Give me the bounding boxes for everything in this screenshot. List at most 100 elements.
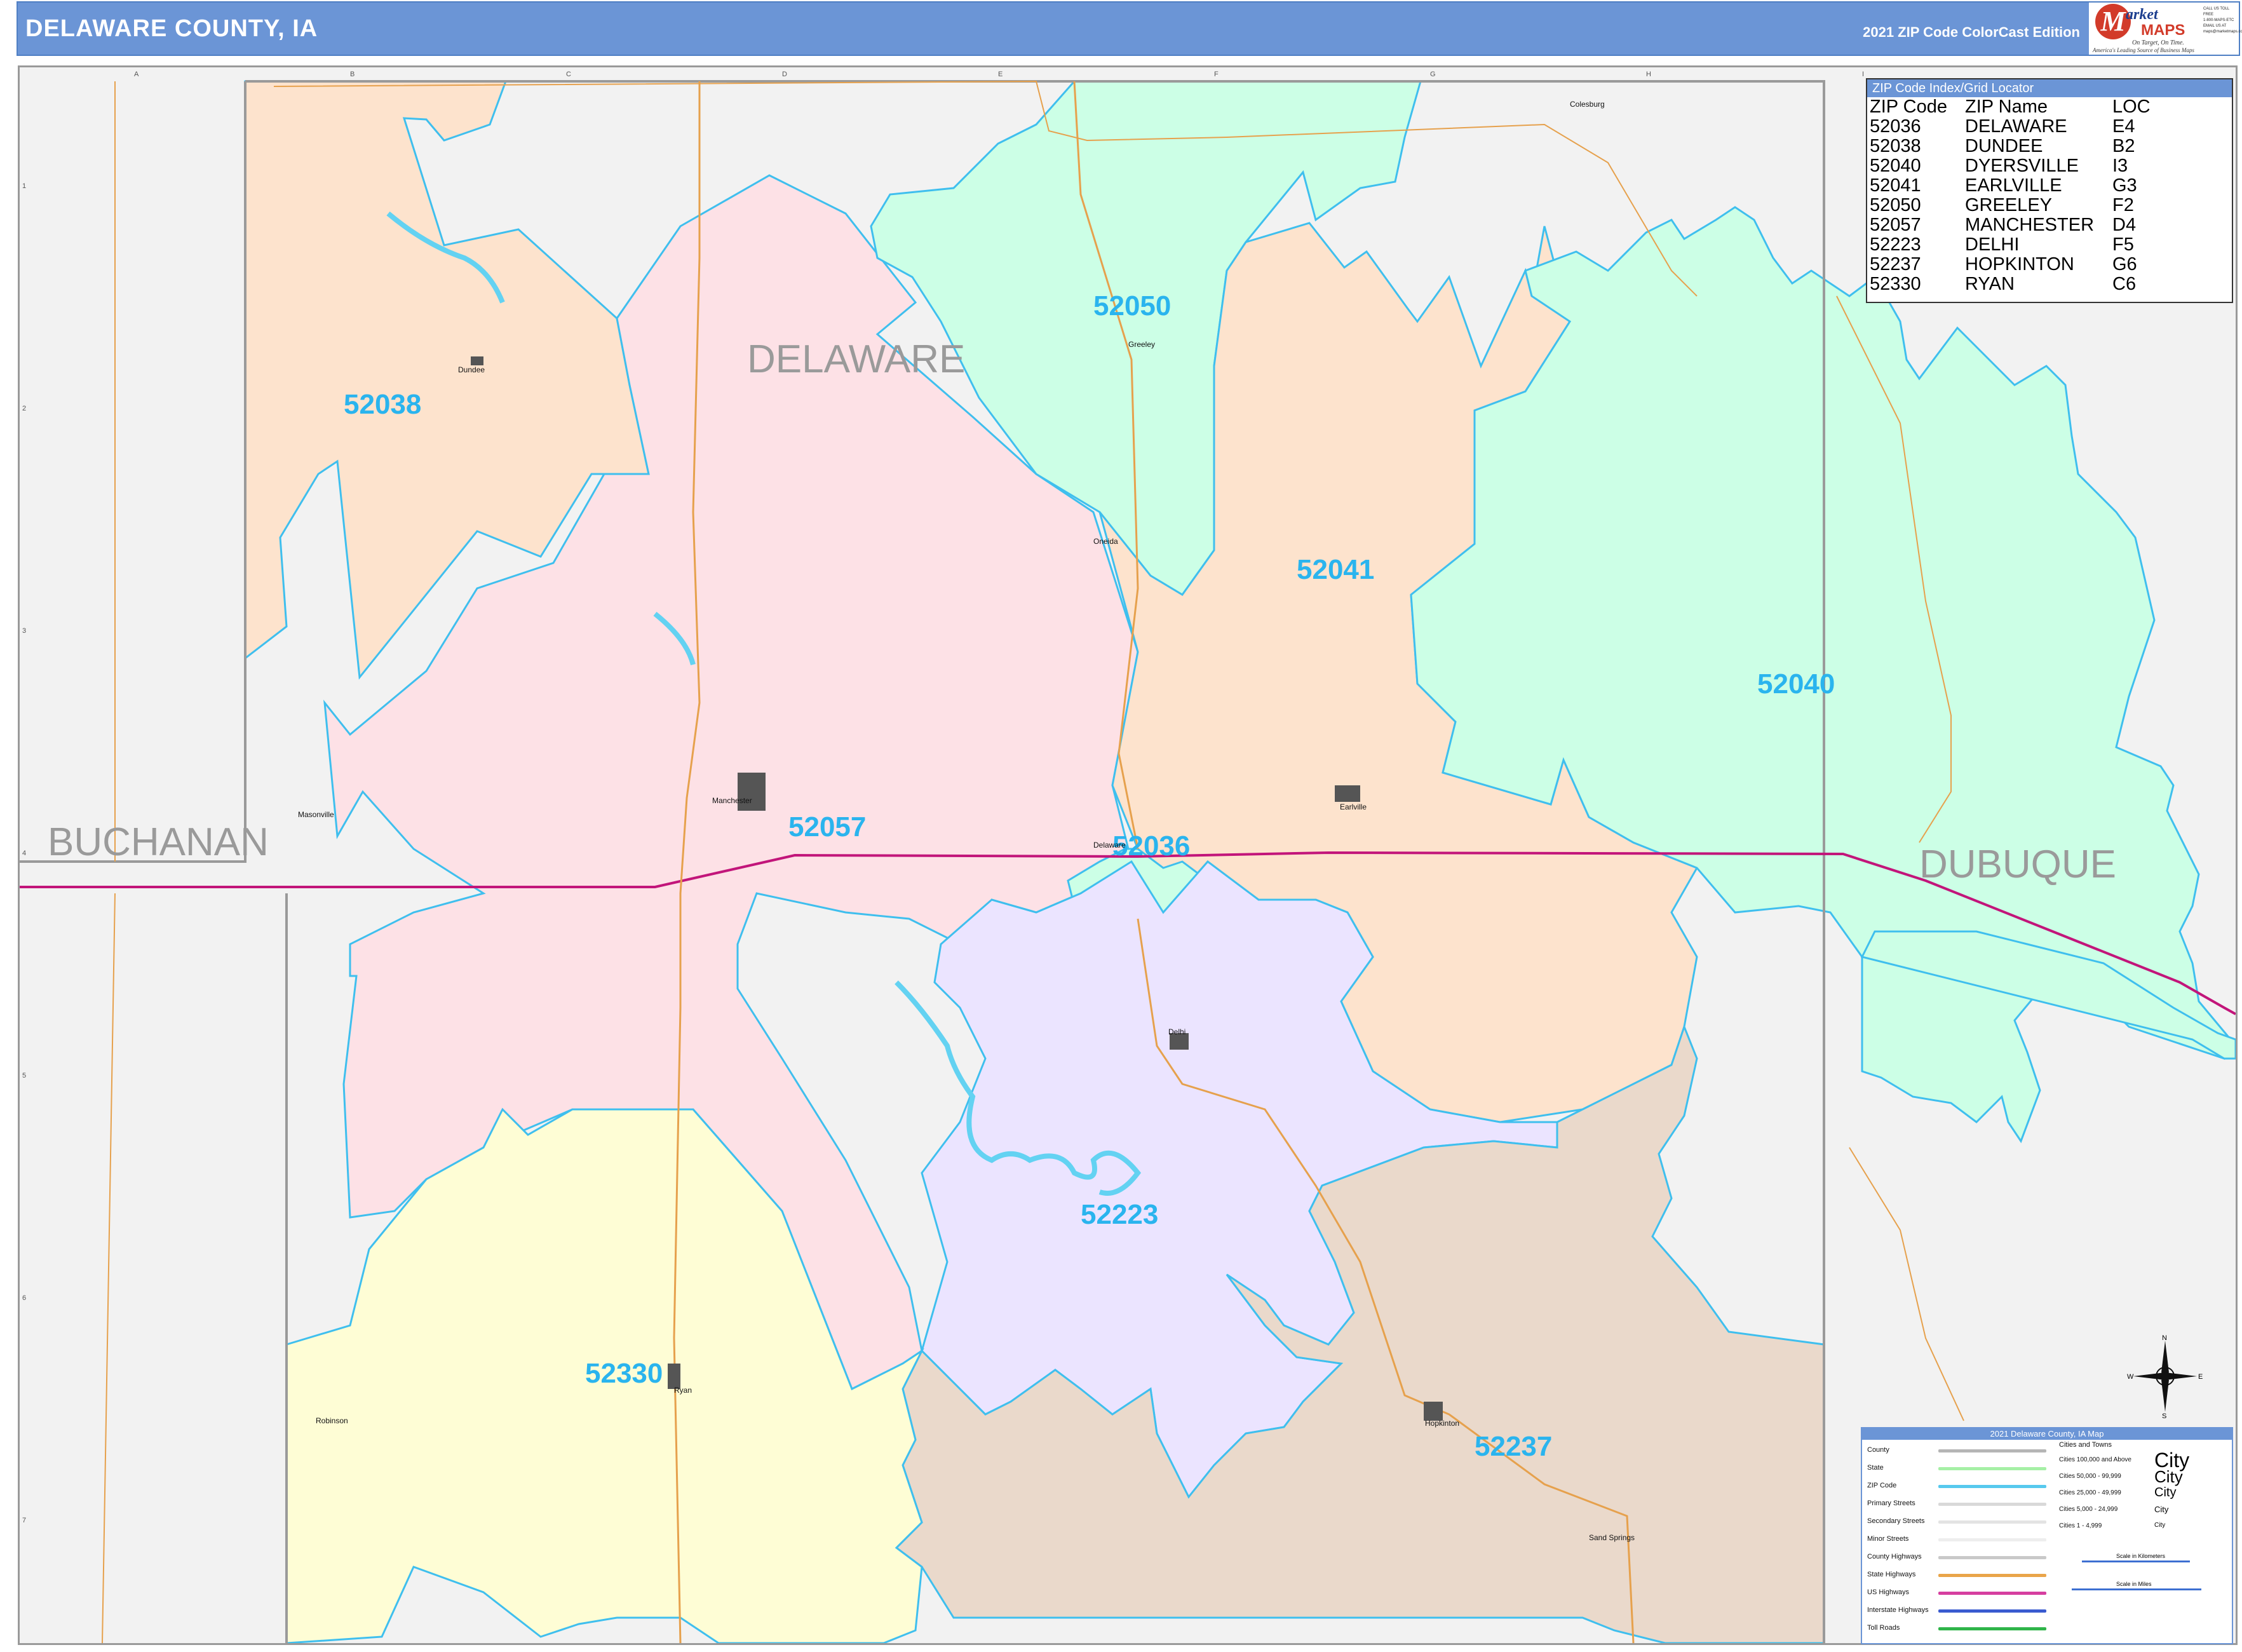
zip-index-name: HOPKINTON xyxy=(1965,254,2074,274)
town-label-ryan: Ryan xyxy=(674,1386,692,1395)
zip-index-row: 52223 DELHI F5 xyxy=(1870,235,2151,255)
scale-mi-bar xyxy=(2072,1588,2201,1590)
grid-row-label: 2 xyxy=(22,405,26,412)
town-label-colesburg: Colesburg xyxy=(1570,100,1605,109)
legend-city-label: Cities 5,000 - 24,999 xyxy=(2059,1506,2118,1513)
map-frame[interactable]: A B C D E F G H I 1 2 3 4 5 6 7 DELAWARE… xyxy=(18,65,2238,1645)
map-title: DELAWARE COUNTY, IA xyxy=(25,15,318,42)
grid-col-label: G xyxy=(1430,71,1436,78)
legend-item-label: US Highways xyxy=(1867,1588,1910,1596)
zip-index-col-loc: LOC xyxy=(2112,97,2151,117)
zip-index-loc: I3 xyxy=(2112,156,2128,176)
zip-index-zip: 52237 xyxy=(1870,254,1921,274)
map-legend: 2021 Delaware County, IA Map County State… xyxy=(1861,1427,2233,1644)
legend-item-swatch xyxy=(1938,1449,2046,1452)
zip-index-row: 52057 MANCHESTER D4 xyxy=(1870,215,2151,235)
grid-col-label: H xyxy=(1646,71,1651,78)
zip-index-zip: 52040 xyxy=(1870,156,1921,176)
zip-index-loc: F2 xyxy=(2112,195,2134,215)
zip-index-header-row: ZIP Code ZIP Name LOC xyxy=(1870,97,2151,117)
town-block xyxy=(668,1364,680,1389)
legend-city-label: Cities 100,000 and Above xyxy=(2059,1456,2131,1463)
grid-row-label: 1 xyxy=(22,182,26,190)
zip-index-col-zip: ZIP Code xyxy=(1870,97,1947,117)
zip-index-body: 52036 DELAWARE E4 52038 DUNDEE B2 52040 DYERSVI… xyxy=(1870,117,2151,294)
zip-index-row: 52038 DUNDEE B2 xyxy=(1870,137,2151,156)
town-label-sand-springs: Sand Springs xyxy=(1589,1533,1635,1542)
town-label-hopkinton: Hopkinton xyxy=(1425,1419,1459,1428)
legend-item-label: Secondary Streets xyxy=(1867,1517,1925,1525)
logo-maps-text: MAPS xyxy=(2141,22,2185,39)
compass-rose-icon: N S W E xyxy=(2127,1334,2203,1418)
zip-index-row: 52036 DELAWARE E4 xyxy=(1870,117,2151,137)
town-label-dundee: Dundee xyxy=(458,365,485,374)
legend-item-label: State Highways xyxy=(1867,1571,1916,1578)
zip-index-name: RYAN xyxy=(1965,274,2015,294)
zip-index-loc: F5 xyxy=(2112,234,2134,255)
zip-index-row: 52041 EARLVILLE G3 xyxy=(1870,176,2151,196)
zip-index-zip: 52223 xyxy=(1870,234,1921,255)
legend-item-label: Primary Streets xyxy=(1867,1500,1915,1507)
zip-index-row: 52040 DYERSVILLE I3 xyxy=(1870,156,2151,176)
legend-cities-header: Cities and Towns xyxy=(2059,1441,2112,1449)
legend-item-swatch xyxy=(1938,1592,2046,1595)
zip-index-name: MANCHESTER xyxy=(1965,215,2095,235)
grid-row-label: 7 xyxy=(22,1517,26,1524)
zip-label-52057: 52057 xyxy=(788,811,866,843)
town-block xyxy=(1335,785,1360,802)
zip-label-52050: 52050 xyxy=(1093,290,1171,322)
legend-item-swatch xyxy=(1938,1503,2046,1506)
zip-code-index: ZIP Code Index/Grid Locator ZIP Code ZIP… xyxy=(1866,78,2233,303)
grid-col-label: A xyxy=(134,71,139,78)
zip-index-name: DYERSVILLE xyxy=(1965,156,2079,176)
zip-index-loc: G3 xyxy=(2112,175,2137,196)
legend-item-label: Interstate Highways xyxy=(1867,1606,1929,1614)
grid-row-label: 3 xyxy=(22,627,26,635)
zip-label-52041: 52041 xyxy=(1297,554,1374,585)
grid-col-label: F xyxy=(1214,71,1219,78)
legend-item-swatch xyxy=(1938,1520,2046,1524)
zip-index-name: DELAWARE xyxy=(1965,116,2067,137)
legend-item-label: County Highways xyxy=(1867,1553,1922,1561)
market-maps-logo[interactable]: M arket MAPS On Target, On Time. America… xyxy=(2089,3,2242,55)
legend-item-swatch xyxy=(1938,1556,2046,1559)
grid-col-label: C xyxy=(566,71,571,78)
contact-line: 1-800-MAPS-ETC xyxy=(2203,18,2234,22)
compass-e: E xyxy=(2198,1373,2203,1381)
legend-item-label: State xyxy=(1867,1464,1884,1472)
map-canvas[interactable]: A B C D E F G H I 1 2 3 4 5 6 7 DELAWARE… xyxy=(20,67,2236,1643)
grid-col-label: B xyxy=(350,71,355,78)
zip-index-zip: 52036 xyxy=(1870,116,1921,137)
zip-index-loc: D4 xyxy=(2112,215,2137,235)
zip-index-name: DUNDEE xyxy=(1965,136,2043,156)
zip-index-row: 52050 GREELEY F2 xyxy=(1870,196,2151,215)
town-label-delhi: Delhi xyxy=(1168,1027,1185,1036)
zip-label-52038: 52038 xyxy=(344,389,421,420)
zip-index-loc: E4 xyxy=(2112,116,2135,137)
legend-city-sample: City xyxy=(2154,1504,2169,1514)
legend-city-label: Cities 1 - 4,999 xyxy=(2059,1522,2102,1529)
grid-row-label: 6 xyxy=(22,1294,26,1302)
county-label-buchanan: BUCHANAN xyxy=(48,820,269,864)
logo-tagline-2: America's Leading Source of Business Map… xyxy=(2093,47,2194,53)
grid-row-label: 5 xyxy=(22,1072,26,1080)
contact-line: CALL US TOLL FREE xyxy=(2203,7,2230,17)
contact-line: EMAIL US AT xyxy=(2203,24,2227,28)
legend-item-swatch xyxy=(1938,1609,2046,1613)
scale-km-bar xyxy=(2082,1561,2190,1562)
zip-index-zip: 52057 xyxy=(1870,215,1921,235)
zip-label-52237: 52237 xyxy=(1475,1431,1552,1462)
town-label-manchester: Manchester xyxy=(712,796,752,805)
grid-row-label: 4 xyxy=(22,850,26,857)
legend-item-swatch xyxy=(1938,1627,2046,1630)
zip-index-name: GREELEY xyxy=(1965,195,2052,215)
legend-city-sample: City xyxy=(2154,1467,2183,1486)
legend-city-label: Cities 50,000 - 99,999 xyxy=(2059,1473,2121,1480)
zip-index-zip: 52041 xyxy=(1870,175,1921,196)
town-label-robinson: Robinson xyxy=(316,1416,348,1425)
town-label-earlville: Earlville xyxy=(1340,802,1367,811)
logo-contact: CALL US TOLL FREE 1-800-MAPS-ETC EMAIL U… xyxy=(2203,6,2242,35)
legend-city-label: Cities 25,000 - 49,999 xyxy=(2059,1489,2121,1496)
scale-km-label: Scale in Kilometers xyxy=(2116,1553,2166,1559)
zip-label-52330: 52330 xyxy=(585,1358,663,1389)
